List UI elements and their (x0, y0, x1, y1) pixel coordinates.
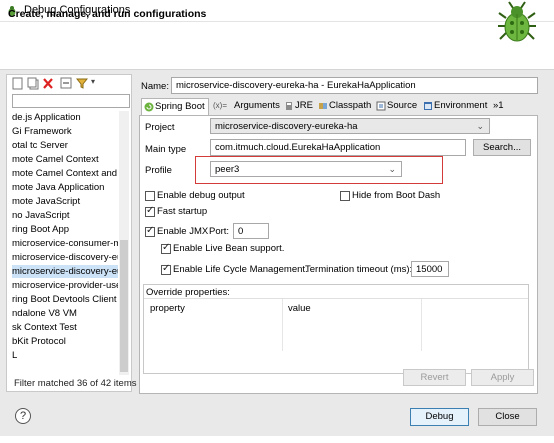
tab-classpath[interactable]: Classpath (316, 98, 371, 115)
tab-overflow[interactable]: »1 (489, 98, 504, 115)
tree-scrollbar-thumb[interactable] (120, 240, 128, 372)
filter-icon[interactable] (76, 77, 88, 90)
tree-item[interactable]: de.js Application (12, 111, 81, 124)
tab-label: Environment (434, 100, 488, 111)
override-properties-table[interactable] (144, 298, 528, 352)
column-divider (421, 299, 422, 351)
filter-status: Filter matched 36 of 42 items (14, 378, 137, 389)
tree-item[interactable]: ring Boot App (12, 223, 69, 236)
tree-item[interactable]: otal tc Server (12, 139, 68, 152)
tab-jre[interactable]: JRE (282, 98, 313, 115)
tree-item[interactable]: Gi Framework (12, 125, 72, 138)
termination-timeout-input[interactable]: 15000 (411, 261, 449, 277)
filter-input[interactable] (12, 94, 130, 108)
collapse-all-icon[interactable] (60, 77, 72, 90)
list-toolbar: ▾ (8, 76, 128, 92)
main-type-input[interactable]: com.itmuch.cloud.EurekaHaApplication (210, 139, 466, 156)
duplicate-icon[interactable] (27, 77, 39, 90)
fast-startup-checkbox[interactable] (145, 205, 155, 217)
main-type-label: Main type (145, 144, 187, 155)
bug-icon (498, 1, 536, 42)
lifecycle-label: Enable Life Cycle Management. (173, 264, 308, 275)
new-config-icon[interactable] (12, 77, 24, 90)
fast-startup-label: Fast startup (157, 206, 208, 217)
profile-label: Profile (145, 165, 172, 176)
close-button[interactable]: Close (478, 408, 537, 426)
name-input[interactable]: microservice-discovery-eureka-ha - Eurek… (171, 77, 538, 94)
tree-item[interactable]: microservice-discovery-eu (12, 251, 118, 264)
project-value: microservice-discovery-eureka-ha (215, 121, 358, 132)
tree-item[interactable]: no JavaScript (12, 209, 70, 222)
tab-overflow-label: »1 (493, 100, 504, 111)
tree-item[interactable]: ndalone V8 VM (12, 307, 77, 320)
apply-button[interactable]: Apply (471, 369, 534, 386)
tree-item[interactable]: L (12, 349, 17, 362)
debug-button[interactable]: Debug (410, 408, 469, 426)
dialog-header (0, 22, 554, 70)
tab-environment[interactable]: Environment (421, 98, 487, 115)
arguments-icon: (x)= (213, 101, 227, 110)
background-strip (0, 436, 554, 443)
enable-jmx-label: Enable JMX (157, 226, 209, 237)
lifecycle-checkbox[interactable] (161, 263, 171, 275)
live-bean-checkbox[interactable] (161, 242, 171, 254)
spring-boot-icon (144, 102, 154, 112)
tab-spring-boot[interactable]: Spring Boot (141, 98, 209, 115)
chevron-down-icon: ⌄ (476, 121, 484, 131)
column-divider (282, 299, 283, 351)
tab-label: Spring Boot (155, 101, 205, 112)
highlight-annotation (195, 156, 443, 184)
tree-item[interactable]: microservice-consumer-m (12, 237, 118, 250)
column-header-value[interactable]: value (288, 303, 311, 314)
delete-icon[interactable] (42, 77, 54, 90)
enable-debug-output-label: Enable debug output (157, 190, 245, 201)
project-label: Project (145, 122, 175, 133)
enable-jmx-checkbox[interactable] (145, 225, 155, 237)
tree-item[interactable]: mote Camel Context and J (12, 167, 118, 180)
column-header-property[interactable]: property (150, 303, 185, 314)
tree-item[interactable]: microservice-discovery-eu (12, 265, 118, 278)
tab-label: JRE (295, 100, 313, 111)
environment-icon (424, 102, 432, 110)
tab-label: Arguments (234, 100, 280, 111)
enable-debug-output-checkbox[interactable] (145, 191, 155, 201)
tab-source[interactable]: Source (374, 98, 417, 115)
tree-item[interactable]: mote JavaScript (12, 195, 80, 208)
tab-label: Classpath (329, 100, 372, 111)
tab-strip: Spring Boot (x)= Arguments JRE Classpath… (141, 98, 538, 115)
override-properties-title: Override properties: (146, 287, 230, 298)
live-bean-label: Enable Live Bean support. (173, 243, 285, 254)
revert-button[interactable]: Revert (403, 369, 466, 386)
tree-item[interactable]: mote Java Application (12, 181, 104, 194)
help-icon[interactable]: ? (15, 408, 31, 424)
source-icon (376, 101, 386, 111)
tab-arguments[interactable]: (x)= Arguments (211, 98, 280, 115)
filter-dropdown-icon[interactable]: ▾ (91, 77, 95, 86)
termination-timeout-label: Termination timeout (ms): (305, 264, 413, 275)
hide-boot-dash-checkbox[interactable] (340, 191, 350, 201)
config-tree: de.js Application Gi Framework otal tc Ser… (12, 111, 118, 375)
port-input[interactable]: 0 (233, 223, 269, 239)
classpath-icon (319, 103, 327, 109)
tree-item[interactable]: mote Camel Context (12, 153, 99, 166)
tree-item[interactable]: bKit Protocol (12, 335, 66, 348)
hide-boot-dash-label: Hide from Boot Dash (352, 190, 441, 201)
port-label: Port: (209, 226, 230, 237)
search-button[interactable]: Search... (473, 139, 531, 156)
tree-item[interactable]: sk Context Test (12, 321, 77, 334)
jre-icon (286, 102, 292, 110)
header-title: Create, manage, and run configurations (8, 8, 207, 20)
tree-item[interactable]: microservice-provider-use (12, 279, 118, 292)
name-label: Name: (141, 81, 169, 92)
tab-label: Source (387, 100, 418, 111)
project-select[interactable]: microservice-discovery-eureka-ha ⌄ (210, 118, 490, 134)
tree-item[interactable]: ring Boot Devtools Client (12, 293, 117, 306)
